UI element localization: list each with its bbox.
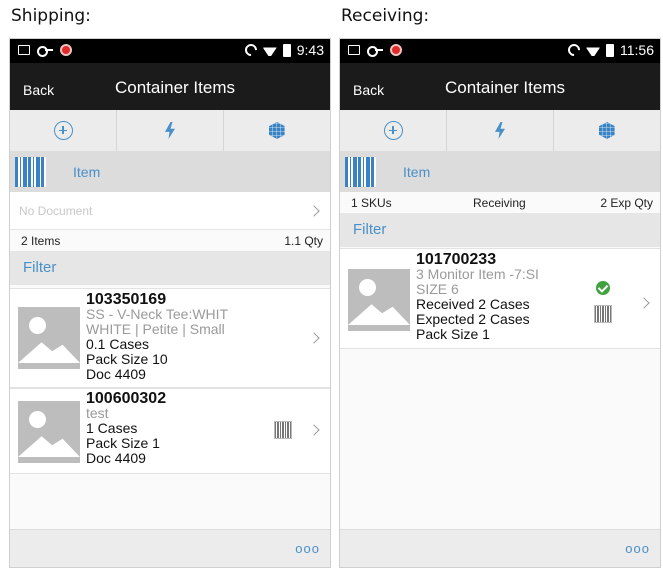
expected-qty-total: 2 Exp Qty [600, 196, 653, 210]
container-button[interactable] [554, 110, 660, 151]
photo-icon [348, 45, 360, 55]
action-toolbar [340, 110, 660, 152]
chevron-right-icon [308, 332, 320, 344]
item-scan-row[interactable]: Item [340, 152, 660, 192]
sku-count: 1 SKUs [351, 196, 392, 210]
receiving-screen: 11:56 Back Container Items Item 1 SKUs R… [339, 38, 661, 568]
filter-row[interactable]: Filter [340, 213, 660, 247]
footer-bar: ooo [340, 529, 660, 567]
item-description: 3 Monitor Item -7:SI [416, 266, 539, 282]
chevron-right-icon [308, 205, 320, 217]
lightning-icon [495, 122, 505, 139]
item-description: test [86, 405, 109, 421]
battery-icon [282, 43, 291, 57]
image-placeholder-icon [18, 401, 80, 463]
key-icon [367, 46, 383, 57]
action-toolbar [10, 110, 330, 152]
filter-label: Filter [353, 221, 387, 238]
status-time: 9:43 [296, 42, 324, 58]
item-count: 2 Items [21, 234, 61, 248]
summary-row: 1 SKUs Receiving 2 Exp Qty [340, 194, 660, 212]
chevron-right-icon [308, 424, 320, 436]
container-button[interactable] [224, 110, 330, 151]
item-received: Received 2 Cases [416, 296, 530, 312]
container-icon [269, 122, 285, 139]
checkmark-icon [596, 281, 610, 295]
shipping-screen: 9:43 Back Container Items Item No Docume… [9, 38, 331, 568]
barcode-icon [15, 157, 46, 187]
status-bar: 9:43 [10, 39, 330, 63]
chevron-right-icon [638, 297, 650, 309]
quick-action-button[interactable] [447, 110, 554, 151]
footer-bar: ooo [10, 529, 330, 567]
sync-icon [242, 41, 260, 59]
alert-icon [390, 44, 402, 56]
more-options-button[interactable]: ooo [295, 541, 320, 556]
add-icon [383, 121, 403, 140]
item-sku: 103350169 [86, 291, 167, 308]
item-description-2: WHITE | Petite | Small [86, 321, 225, 337]
item-label: Item [403, 164, 431, 180]
list-item[interactable]: 101700233 3 Monitor Item -7:SI SIZE 6 Re… [340, 248, 660, 349]
item-sku: 100600302 [86, 390, 167, 407]
barcode-icon [274, 421, 292, 439]
quick-action-button[interactable] [117, 110, 224, 151]
receiving-caption: Receiving: [341, 6, 430, 26]
add-button[interactable] [340, 110, 447, 151]
item-expected: Expected 2 Cases [416, 311, 530, 327]
item-pack-size: Pack Size 1 [86, 435, 160, 451]
wifi-icon [586, 44, 600, 56]
filter-label: Filter [23, 259, 57, 276]
page-title: Container Items [445, 78, 565, 97]
item-qty: 1 Cases [86, 420, 138, 436]
battery-icon [606, 43, 614, 57]
lightning-icon [165, 122, 175, 139]
barcode-icon [345, 157, 376, 187]
item-qty: 0.1 Cases [86, 336, 150, 352]
item-pack-size: Pack Size 10 [86, 351, 168, 367]
item-description-2: SIZE 6 [416, 281, 459, 297]
alert-icon [60, 44, 72, 56]
title-bar: Back Container Items [10, 63, 330, 110]
item-scan-row[interactable]: Item [10, 152, 330, 192]
item-label: Item [73, 164, 101, 180]
list-item[interactable]: 100600302 test 1 Cases Pack Size 1 Doc 4… [10, 388, 330, 474]
title-bar: Back Container Items [340, 63, 660, 110]
item-description: SS - V-Neck Tee:WHIT [86, 306, 229, 322]
wifi-icon [263, 44, 277, 56]
shipping-caption: Shipping: [11, 6, 91, 26]
list-item[interactable]: 103350169 SS - V-Neck Tee:WHIT WHITE | P… [10, 288, 330, 388]
barcode-icon [594, 305, 612, 323]
receiving-status: Receiving [473, 196, 526, 210]
key-icon [37, 46, 53, 57]
status-time: 11:56 [620, 42, 654, 58]
qty-total: 1.1 Qty [284, 234, 323, 248]
item-sku: 101700233 [416, 251, 497, 268]
add-button[interactable] [10, 110, 117, 151]
filter-row[interactable]: Filter [10, 251, 330, 285]
container-icon [599, 122, 615, 139]
item-doc: Doc 4409 [86, 366, 146, 382]
item-doc: Doc 4409 [86, 450, 146, 466]
item-pack-size: Pack Size 1 [416, 326, 490, 342]
image-placeholder-icon [348, 269, 410, 331]
sync-icon [565, 41, 583, 59]
document-placeholder: No Document [19, 204, 93, 218]
summary-row: 2 Items 1.1 Qty [10, 232, 330, 250]
page-title: Container Items [115, 78, 235, 97]
status-bar: 11:56 [340, 39, 660, 63]
more-options-button[interactable]: ooo [625, 541, 650, 556]
photo-icon [18, 45, 30, 55]
image-placeholder-icon [18, 307, 80, 369]
document-row[interactable]: No Document [10, 192, 330, 230]
add-icon [53, 121, 73, 140]
